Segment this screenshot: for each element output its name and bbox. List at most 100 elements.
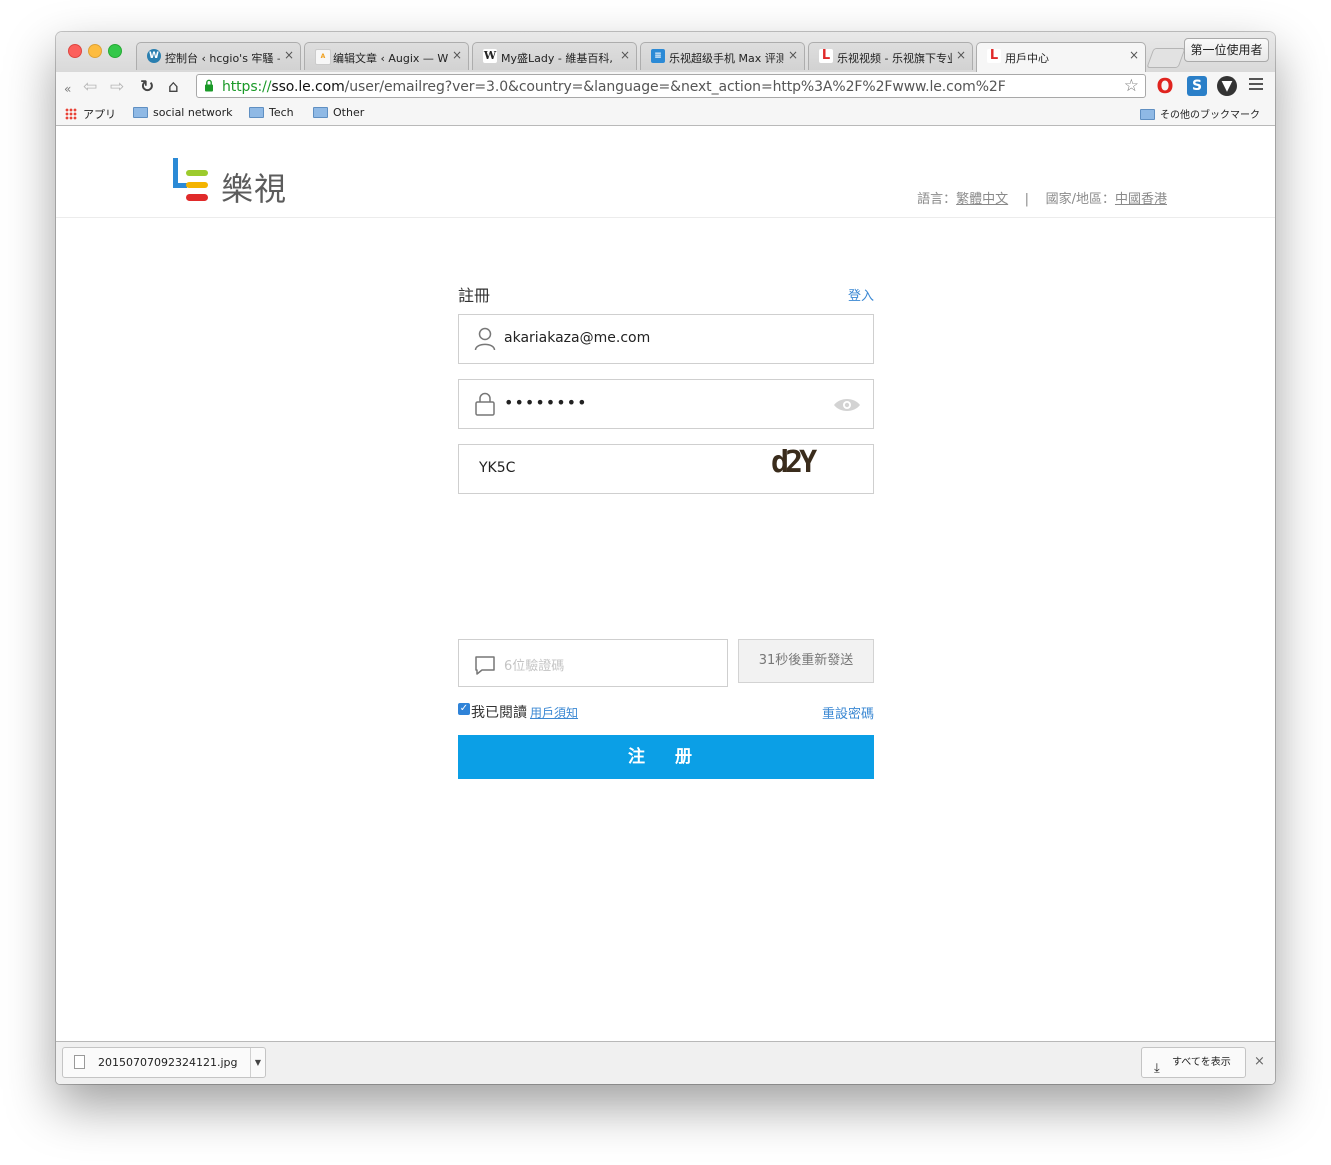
close-tab-icon[interactable]: × (620, 48, 630, 62)
collapse-icon[interactable]: « (64, 79, 71, 99)
resend-code-button[interactable]: 31秒後重新發送 (738, 639, 874, 683)
apps-grid-icon (65, 108, 77, 120)
fox-extension-icon[interactable]: ▼ (1217, 76, 1237, 96)
wikipedia-icon: W (483, 49, 497, 63)
register-button[interactable]: 注 册 (458, 735, 874, 779)
password-value: •••••••• (504, 393, 588, 412)
page-content: 樂視 語言：繁體中文 | 國家/地區：中國香港 註冊 登入 akariakaza… (56, 126, 1275, 1041)
doc-icon: ≡ (651, 49, 665, 63)
agree-checkbox[interactable]: ✓ (458, 703, 470, 715)
tab-augix[interactable]: A 编辑文章 ‹ Augix — Wo × (304, 42, 469, 70)
file-icon (74, 1055, 85, 1069)
sms-code-field[interactable]: 6位驗證碼 (458, 639, 728, 687)
tab-title: 用戶中心 (1005, 52, 1049, 65)
bookmark-label: social network (153, 106, 233, 119)
bookmark-folder-other-bookmarks[interactable]: その他のブックマーク (1140, 106, 1260, 121)
bookmark-apps[interactable]: アプリ (65, 106, 116, 122)
tab-letv-review[interactable]: ≡ 乐视超级手机 Max 评测 × (640, 42, 805, 70)
tab-title: 乐视视频 - 乐视旗下专业 (837, 52, 952, 65)
language-region-selector: 語言：繁體中文 | 國家/地區：中國香港 (917, 188, 1167, 207)
folder-icon (249, 107, 264, 118)
letv-icon: L (987, 49, 1001, 63)
login-link[interactable]: 登入 (848, 285, 874, 304)
reset-password-link[interactable]: 重設密碼 (822, 703, 874, 722)
opera-icon[interactable]: O (1155, 76, 1175, 96)
language-link[interactable]: 繁體中文 (956, 192, 1008, 207)
bookmark-folder-social-network[interactable]: social network (133, 106, 233, 119)
agreement-row: ✓ 我已閱讀 用戶須知 重設密碼 (458, 702, 874, 722)
tab-letv-video[interactable]: L 乐视视频 - 乐视旗下专业 × (808, 42, 973, 70)
show-password-icon[interactable] (833, 397, 861, 413)
address-bar[interactable]: https://sso.le.com/user/emailreg?ver=3.0… (196, 74, 1146, 98)
close-tab-icon[interactable]: × (956, 48, 966, 62)
forward-icon[interactable]: ⇨ (110, 77, 124, 97)
sms-code-placeholder: 6位驗證碼 (504, 659, 565, 674)
folder-icon (1140, 109, 1155, 120)
letv-icon: L (819, 49, 833, 63)
captcha-value: YK5C (479, 460, 516, 476)
download-filename: 20150707092324121.jpg (98, 1056, 238, 1069)
back-icon[interactable]: ⇦ (83, 77, 97, 97)
region-label: 國家/地區： (1045, 192, 1115, 207)
tab-wikipedia[interactable]: W My盛Lady - 維基百科, × (472, 42, 637, 70)
bookmarks-bar: アプリ social network Tech Other その他のブックマーク (56, 102, 1275, 126)
new-tab-button[interactable] (1146, 48, 1186, 68)
bookmark-folder-tech[interactable]: Tech (249, 106, 294, 119)
menu-icon[interactable] (1249, 78, 1263, 93)
lock-icon (205, 79, 213, 92)
close-tab-icon[interactable]: × (788, 48, 798, 62)
tab-title: My盛Lady - 維基百科, (501, 52, 613, 65)
letv-logo-icon (173, 158, 208, 201)
download-item[interactable]: 20150707092324121.jpg ▼ (62, 1047, 266, 1078)
show-all-label: すべてを表示 (1172, 1057, 1231, 1068)
lock-icon (475, 392, 495, 416)
tab-user-center[interactable]: L 用戶中心 × (976, 42, 1146, 72)
bookmark-folder-other[interactable]: Other (313, 106, 364, 119)
download-bar: 20150707092324121.jpg ▼ ⤓ すべてを表示 × (56, 1041, 1275, 1084)
browser-window: W 控制台 ‹ hcgio's 牢騷 — × A 编辑文章 ‹ Augix — … (56, 32, 1275, 1084)
bookmark-label: Tech (269, 106, 294, 119)
s-extension-icon[interactable]: S (1187, 76, 1207, 96)
profile-button[interactable]: 第一位使用者 (1184, 38, 1269, 62)
close-tab-icon[interactable]: × (1129, 48, 1139, 62)
letv-logo[interactable]: 樂視 (173, 158, 303, 208)
site-header: 樂視 語言：繁體中文 | 國家/地區：中國香港 (56, 126, 1275, 218)
close-window-button[interactable] (68, 44, 82, 58)
logo-text: 樂視 (221, 170, 288, 208)
language-label: 語言： (917, 192, 957, 207)
bookmark-label: Other (333, 106, 365, 119)
email-field[interactable]: akariakaza@me.com (458, 314, 874, 364)
tab-title: 乐视超级手机 Max 评测 (669, 52, 784, 65)
close-tab-icon[interactable]: × (452, 48, 462, 62)
email-value: akariakaza@me.com (504, 330, 651, 346)
close-tab-icon[interactable]: × (284, 48, 294, 62)
bookmark-label: アプリ (83, 108, 116, 121)
download-icon: ⤓ (1154, 1061, 1160, 1076)
captcha-image[interactable]: d2Y (771, 445, 817, 480)
zoom-window-button[interactable] (108, 44, 122, 58)
download-options-icon[interactable]: ▼ (250, 1048, 265, 1077)
reload-icon[interactable]: ↻ (140, 77, 154, 97)
region-link[interactable]: 中國香港 (1115, 192, 1167, 207)
tab-title: 编辑文章 ‹ Augix — Wo (333, 52, 448, 65)
captcha-field[interactable]: YK5C d2Y (458, 444, 874, 494)
folder-icon (133, 107, 148, 118)
wordpress-icon: W (147, 49, 161, 63)
bookmark-label: その他のブックマーク (1160, 110, 1260, 121)
toolbar: « ⇦ ⇨ ↻ ⌂ https://sso.le.com/user/emailr… (56, 72, 1275, 102)
close-download-bar-icon[interactable]: × (1254, 1054, 1265, 1069)
form-title: 註冊 (458, 286, 491, 305)
password-field[interactable]: •••••••• (458, 379, 874, 429)
home-icon[interactable]: ⌂ (168, 77, 179, 97)
tab-title: 控制台 ‹ hcgio's 牢騷 — (165, 52, 280, 65)
minimize-window-button[interactable] (88, 44, 102, 58)
bookmark-star-icon[interactable]: ☆ (1124, 76, 1139, 96)
url-text: https://sso.le.com/user/emailreg?ver=3.0… (222, 79, 1006, 95)
show-all-downloads-button[interactable]: ⤓ すべてを表示 (1141, 1047, 1246, 1078)
folder-icon (313, 107, 328, 118)
message-icon (475, 656, 495, 675)
tab-wordpress[interactable]: W 控制台 ‹ hcgio's 牢騷 — × (136, 42, 301, 70)
terms-link[interactable]: 用戶須知 (530, 704, 578, 721)
augix-icon: A (315, 49, 331, 65)
separator: | (1024, 192, 1030, 207)
